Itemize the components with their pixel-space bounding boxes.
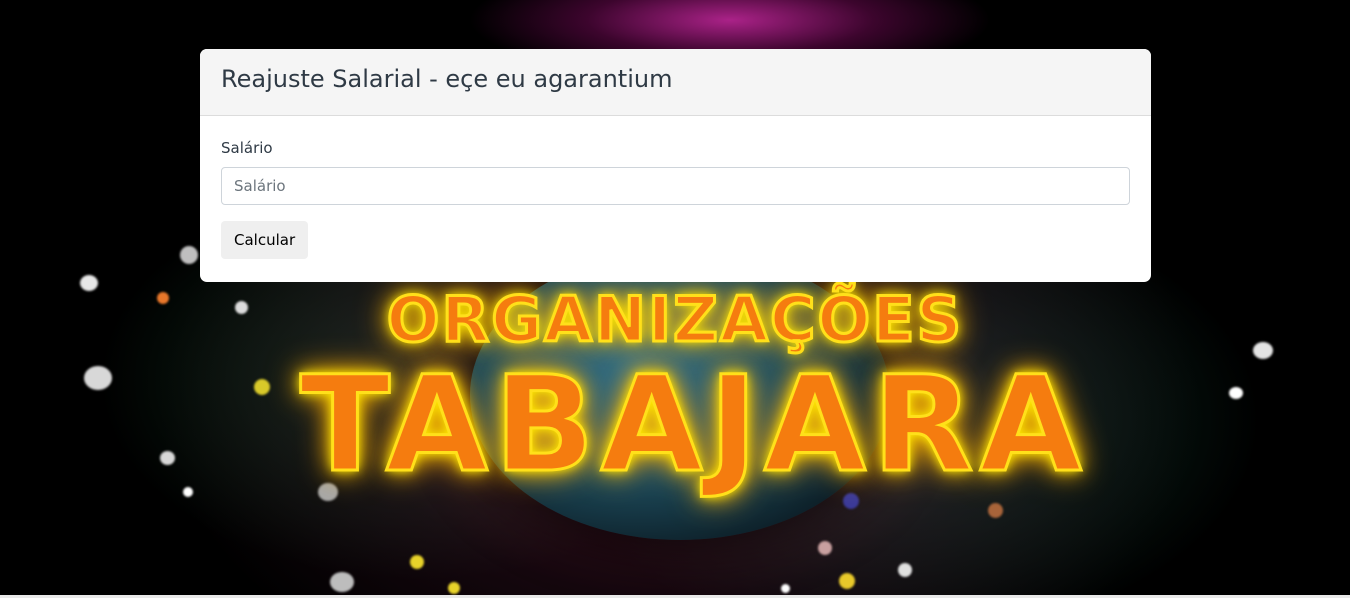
salary-adjustment-card: Reajuste Salarial - eçe eu agarantium Sa… xyxy=(200,49,1151,282)
calculate-button[interactable]: Calcular xyxy=(221,221,309,259)
sparkle-dot xyxy=(818,541,832,555)
sparkle-dot xyxy=(84,366,112,390)
sparkle-dot xyxy=(1253,342,1273,359)
organizacoes-tabajara-logo: ORGANIZAÇÕES TABAJARA xyxy=(299,283,1088,502)
salary-form: Salário Calcular xyxy=(221,138,1130,259)
sparkle-dot xyxy=(157,292,169,304)
sparkle-dot xyxy=(160,451,175,465)
card-header: Reajuste Salarial - eçe eu agarantium xyxy=(200,49,1151,116)
card-body: Salário Calcular xyxy=(200,116,1151,259)
sparkle-dot xyxy=(781,584,790,593)
sparkle-dot xyxy=(80,275,98,291)
logo-line2: TABAJARA xyxy=(299,348,1088,502)
page-title: Reajuste Salarial - eçe eu agarantium xyxy=(221,65,673,93)
sparkle-dot xyxy=(235,301,248,314)
sparkle-dot xyxy=(839,573,855,589)
logo-line1: ORGANIZAÇÕES xyxy=(385,283,964,356)
sparkle-dot xyxy=(180,246,198,264)
salary-input[interactable] xyxy=(221,167,1130,205)
salary-label: Salário xyxy=(221,139,273,157)
sparkle-dot xyxy=(254,379,270,395)
sparkle-dot xyxy=(183,487,193,497)
sparkle-dot xyxy=(988,503,1003,518)
sparkle-dot xyxy=(1229,387,1243,399)
sparkle-dot xyxy=(410,555,424,569)
sparkle-dot xyxy=(448,582,460,594)
sparkle-dot xyxy=(898,563,912,577)
sparkle-dot xyxy=(330,572,354,592)
